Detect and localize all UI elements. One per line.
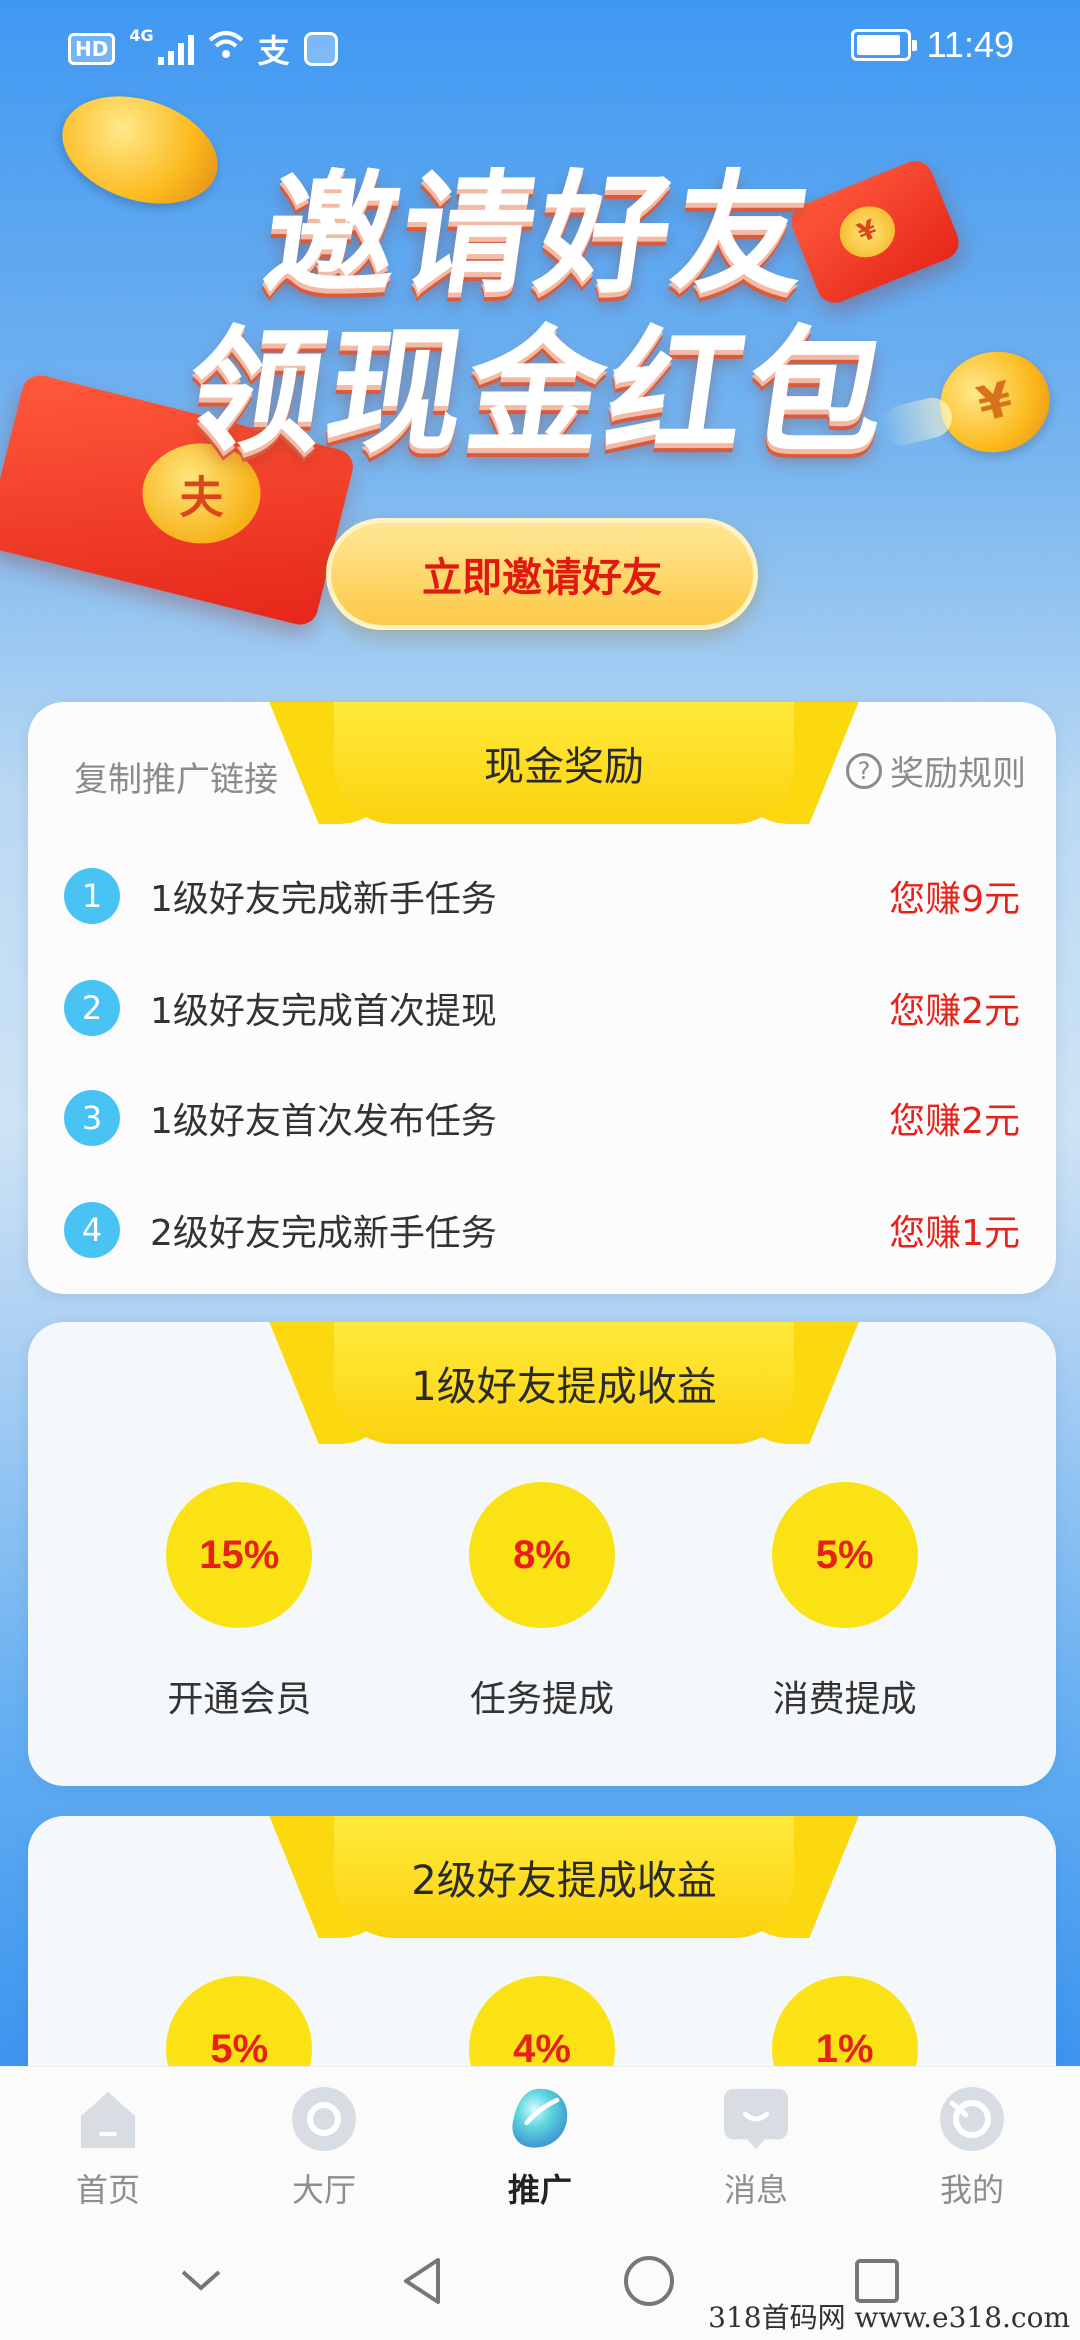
app-notification-icon bbox=[303, 32, 338, 66]
reward-row: 2 1级好友完成首次提现 您赚2元 bbox=[64, 968, 1020, 1048]
reward-amount: 您赚1元 bbox=[889, 1213, 1020, 1254]
level1-tab: 1级好友提成收益 bbox=[334, 1322, 794, 1444]
status-bar: HD 4G 支 11:49 bbox=[0, 0, 1080, 92]
cash-rewards-tab: 现金奖励 bbox=[334, 702, 794, 824]
reward-number-badge: 4 bbox=[64, 1202, 120, 1258]
reward-description: 1级好友完成首次提现 bbox=[150, 991, 497, 1032]
signal-icon bbox=[157, 33, 194, 65]
wifi-icon bbox=[208, 29, 244, 69]
rate-label: 任务提成 bbox=[469, 1679, 614, 1720]
reward-row: 3 1级好友首次发布任务 您赚2元 bbox=[64, 1078, 1020, 1158]
battery-icon bbox=[850, 29, 917, 61]
level1-commission-card: 1级好友提成收益 15% 开通会员 8% 任务提成 5% 消费提成 bbox=[28, 1322, 1056, 1786]
card-header: 现金奖励 bbox=[28, 702, 1056, 832]
hall-icon bbox=[290, 2085, 358, 2153]
level1-title: 1级好友提成收益 bbox=[411, 1364, 717, 1410]
cash-rewards-card: 现金奖励 复制推广链接 ? 奖励规则 1 1级好友完成新手任务 您赚9元 2 1… bbox=[28, 702, 1056, 1294]
reward-amount: 您赚9元 bbox=[889, 879, 1020, 920]
level2-title: 2级好友提成收益 bbox=[411, 1858, 717, 1904]
reward-number-badge: 1 bbox=[64, 868, 120, 924]
nav-label: 首页 bbox=[75, 2171, 140, 2209]
rate-label: 开通会员 bbox=[167, 1679, 312, 1720]
nav-item-profile[interactable]: 我的 bbox=[882, 2085, 1062, 2226]
hero-subtitle: 领现金红包 bbox=[177, 314, 900, 472]
home-icon bbox=[74, 2085, 142, 2153]
rate-percent: 5% bbox=[771, 1482, 918, 1628]
reward-description: 1级好友完成新手任务 bbox=[150, 879, 497, 920]
status-left: HD 4G 支 bbox=[68, 26, 338, 72]
alipay-icon: 支 bbox=[257, 32, 290, 70]
watermark: 318首码网 www.e318.com bbox=[708, 2301, 1070, 2334]
nav-item-home[interactable]: 首页 bbox=[18, 2085, 198, 2226]
profile-icon bbox=[938, 2085, 1006, 2153]
nav-item-promote[interactable]: 推广 bbox=[450, 2085, 630, 2226]
hd-icon: HD bbox=[68, 33, 116, 65]
invite-friends-button[interactable]: 立即邀请好友 bbox=[326, 518, 758, 630]
network-type: 4G bbox=[129, 26, 154, 45]
clock: 11:49 bbox=[926, 24, 1014, 65]
back-icon[interactable] bbox=[400, 2256, 444, 2310]
card-header: 1级好友提成收益 bbox=[28, 1322, 1056, 1452]
message-icon bbox=[722, 2085, 790, 2153]
promote-icon bbox=[506, 2085, 574, 2153]
level2-tab: 2级好友提成收益 bbox=[334, 1816, 794, 1938]
reward-row: 4 2级好友完成新手任务 您赚1元 bbox=[64, 1190, 1020, 1270]
collapse-icon[interactable] bbox=[179, 2266, 223, 2300]
rate-percent: 8% bbox=[468, 1482, 615, 1628]
reward-row: 1 1级好友完成新手任务 您赚9元 bbox=[64, 856, 1020, 936]
rate-item: 5% 消费提成 bbox=[725, 1482, 965, 1722]
rate-label: 消费提成 bbox=[772, 1679, 917, 1720]
battery-level bbox=[856, 35, 900, 55]
level1-rates: 15% 开通会员 8% 任务提成 5% 消费提成 bbox=[28, 1482, 1056, 1722]
reward-number-badge: 2 bbox=[64, 980, 120, 1036]
reward-number-badge: 3 bbox=[64, 1090, 120, 1146]
nav-label: 大厅 bbox=[291, 2171, 356, 2209]
nav-label: 我的 bbox=[939, 2171, 1004, 2209]
bottom-nav: 首页 大厅 推广 消息 我的 bbox=[0, 2066, 1080, 2226]
cash-rewards-title: 现金奖励 bbox=[484, 744, 644, 790]
nav-item-messages[interactable]: 消息 bbox=[666, 2085, 846, 2226]
rate-item: 8% 任务提成 bbox=[422, 1482, 662, 1722]
rate-percent: 15% bbox=[166, 1482, 313, 1628]
nav-label: 推广 bbox=[507, 2171, 572, 2209]
nav-item-hall[interactable]: 大厅 bbox=[234, 2085, 414, 2226]
rate-item: 15% 开通会员 bbox=[119, 1482, 359, 1722]
reward-description: 1级好友首次发布任务 bbox=[150, 1101, 497, 1142]
reward-amount: 您赚2元 bbox=[889, 1101, 1020, 1142]
status-right: 11:49 bbox=[850, 24, 1014, 66]
card-header: 2级好友提成收益 bbox=[28, 1816, 1056, 1946]
home-button-icon[interactable] bbox=[622, 2254, 676, 2312]
reward-amount: 您赚2元 bbox=[889, 991, 1020, 1032]
nav-label: 消息 bbox=[723, 2171, 788, 2209]
reward-description: 2级好友完成新手任务 bbox=[150, 1213, 497, 1254]
